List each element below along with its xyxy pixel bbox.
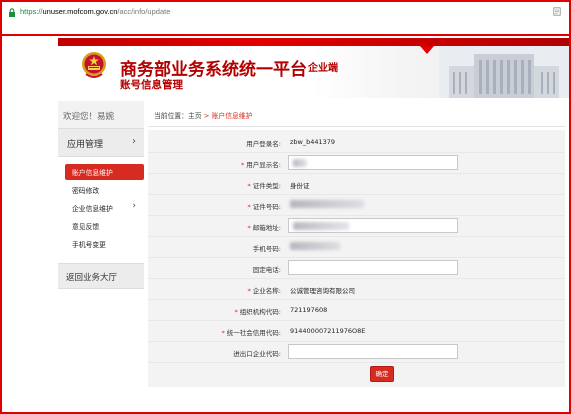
site-subtitle: 账号信息管理 <box>120 79 183 91</box>
field-label: 手机号码: <box>252 245 281 253</box>
id-type-value: 身份证 <box>290 182 310 190</box>
banner-notch <box>420 46 434 54</box>
breadcrumb-separator: > <box>201 112 212 120</box>
menu-head-label: 应用管理 <box>67 140 104 150</box>
header-banner: 商务部业务系统统一平台 企业端 账号信息管理 <box>58 38 569 98</box>
email-input[interactable] <box>288 218 458 233</box>
welcome-text: 欢迎您！易婉 <box>58 101 144 129</box>
menu-app-management[interactable]: 应用管理 › <box>58 129 144 157</box>
account-form: 用户登录名: zbw_b441379 * 用户显示名: * 证件类型: 身份证 … <box>148 130 565 387</box>
main-content: 当前位置：主页 > 账户信息维护 用户登录名: zbw_b441379 * 用户… <box>148 101 565 387</box>
url-host: unuser.mofcom.gov.cn <box>42 7 118 16</box>
form-row-credit-code: * 统一社会信用代码: 914400007211976O8E <box>148 321 565 342</box>
field-label: * 统一社会信用代码: <box>221 329 281 337</box>
browser-address-bar[interactable]: https://unuser.mofcom.gov.cn/acc/info/up… <box>2 2 569 36</box>
sidebar: 欢迎您！易婉 应用管理 › 账户信息维护 密码修改 企业信息维护 › 意见反馈 手… <box>58 101 144 387</box>
form-row-email: * 邮箱地址: <box>148 216 565 237</box>
breadcrumb: 当前位置：主页 > 账户信息维护 <box>148 101 565 127</box>
redacted-value <box>293 222 349 230</box>
breadcrumb-home-link[interactable]: 主页 <box>188 112 202 120</box>
form-row-id-number: * 证件号码: <box>148 195 565 216</box>
form-row-import-export-code: 进出口企业代码: <box>148 342 565 363</box>
url-path: /acc/info/update <box>117 7 171 16</box>
form-row-display-name: * 用户显示名: <box>148 153 565 174</box>
reader-mode-icon[interactable] <box>553 7 561 16</box>
field-label: * 企业名称: <box>247 287 281 295</box>
site-title-suffix: 企业端 <box>308 63 338 74</box>
form-row-company-name: * 企业名称: 公诚管理咨询有限公司 <box>148 279 565 300</box>
field-label: * 证件号码: <box>247 203 281 211</box>
sidebar-item-label: 账户信息维护 <box>72 169 113 177</box>
field-label: 固定电话: <box>252 266 281 274</box>
sidebar-item-change-password[interactable]: 密码修改 <box>65 182 144 198</box>
field-label: * 证件类型: <box>247 182 281 190</box>
url-text[interactable]: https://unuser.mofcom.gov.cn/acc/info/up… <box>20 7 170 16</box>
banner-top-stripe <box>58 38 569 46</box>
lock-icon <box>9 8 15 17</box>
redacted-value <box>293 159 307 167</box>
breadcrumb-current: 账户信息维护 <box>211 112 253 120</box>
form-row-org-code: * 组织机构代码: 721197608 <box>148 300 565 321</box>
url-scheme: https:// <box>20 7 43 16</box>
field-label: 用户登录名: <box>246 140 281 148</box>
sidebar-item-label: 手机号变更 <box>72 241 106 249</box>
field-label: * 用户显示名: <box>240 161 281 169</box>
org-code-value: 721197608 <box>290 306 328 314</box>
sidebar-item-account-info[interactable]: 账户信息维护 <box>65 164 144 180</box>
confirm-button[interactable]: 确定 <box>370 366 394 382</box>
sidebar-item-label: 意见反馈 <box>72 223 100 231</box>
display-name-input[interactable] <box>288 155 458 170</box>
submenu-list: 账户信息维护 密码修改 企业信息维护 › 意见反馈 手机号变更 <box>58 157 144 252</box>
sidebar-item-label: 密码修改 <box>72 187 100 195</box>
sidebar-item-label: 企业信息维护 <box>72 205 113 213</box>
sidebar-item-change-phone[interactable]: 手机号变更 <box>65 236 144 252</box>
form-row-landline: 固定电话: <box>148 258 565 279</box>
national-emblem-icon <box>82 52 106 78</box>
return-to-hall-button[interactable]: 返回业务大厅 <box>58 263 144 289</box>
breadcrumb-prefix: 当前位置： <box>154 112 188 120</box>
form-row-id-type: * 证件类型: 身份证 <box>148 174 565 195</box>
form-row-login-name: 用户登录名: zbw_b441379 <box>148 132 565 153</box>
chevron-right-icon: › <box>132 201 136 211</box>
redacted-value <box>290 242 340 250</box>
login-name-value: zbw_b441379 <box>290 138 336 146</box>
sidebar-item-feedback[interactable]: 意见反馈 <box>65 218 144 234</box>
field-label: 进出口企业代码: <box>233 350 281 358</box>
field-label: * 邮箱地址: <box>247 224 281 232</box>
chevron-right-icon: › <box>132 136 136 147</box>
credit-code-value: 914400007211976O8E <box>290 327 366 335</box>
redacted-value <box>290 200 364 208</box>
form-row-mobile: 手机号码: <box>148 237 565 258</box>
landline-input[interactable] <box>288 260 458 275</box>
field-label: * 组织机构代码: <box>234 308 281 316</box>
building-illustration <box>439 46 569 98</box>
import-export-code-input[interactable] <box>288 344 458 359</box>
company-name-value: 公诚管理咨询有限公司 <box>290 287 355 295</box>
sidebar-item-company-info[interactable]: 企业信息维护 › <box>65 200 144 216</box>
